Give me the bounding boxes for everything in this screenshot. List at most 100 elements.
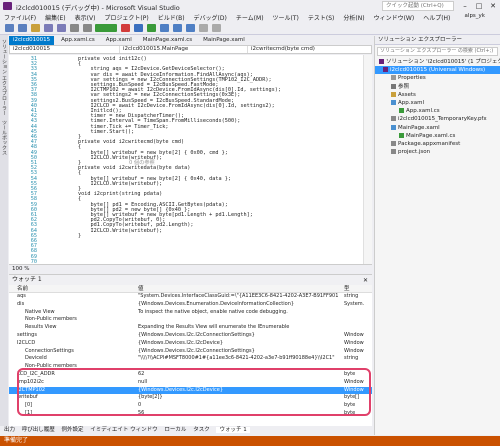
watch-name: aqs [17,293,26,299]
tab-output[interactable]: 出力 [4,427,15,433]
tab-exception-settings[interactable]: 例外設定 [62,427,84,433]
watch-type: System. [344,300,365,307]
step-into-icon[interactable] [173,24,183,32]
watch-name: Results View [25,324,57,331]
new-project-icon[interactable] [30,24,40,32]
tab-app-xaml[interactable]: App.xaml [102,36,136,45]
rail-solution-explorer[interactable]: ソリューション エクスプローラー [1,39,8,116]
menu-help[interactable]: ヘルプ(H) [423,13,450,22]
tree-item-solution[interactable]: ソリューション 'i2clcd010015' (1 プロジェクト) [375,58,500,66]
maximize-icon[interactable]: □ [472,0,486,12]
watch-name: Non-Public members [25,316,77,323]
tree-item-label: i2clcd010015 (Universal Windows) [390,67,486,74]
tree-item-label: MainPage.xaml.cs [406,132,456,139]
account-name[interactable]: alps_yk [465,13,485,19]
tree-item-references[interactable]: 参照 [375,83,500,91]
tree-item-mainpage-xaml-cs[interactable]: MainPage.xaml.cs [375,132,500,140]
tree-item-package-manifest[interactable]: Package.appxmanifest [375,140,500,148]
menu-file[interactable]: ファイル(F) [4,13,36,22]
tree-item-assets[interactable]: Assets [375,91,500,99]
menu-window[interactable]: ウィンドウ(W) [374,13,415,22]
tree-item-temporary-key[interactable]: i2clcd010015_TemporaryKey.pfx [375,115,500,123]
watch-row[interactable]: Non-Public members [9,316,372,324]
tab-mainpage-xaml[interactable]: MainPage.xaml [199,36,249,45]
tree-item-app-xaml-cs[interactable]: App.xaml.cs [375,107,500,115]
tree-item-app-xaml[interactable]: App.xaml [375,99,500,107]
tab-mainpage-xaml-cs[interactable]: MainPage.xaml.cs [139,36,196,45]
menu-edit[interactable]: 編集(E) [45,13,65,22]
watch-row[interactable]: settings {Windows.Devices.I2c.I2cConnecti… [9,332,372,340]
undo-icon[interactable] [69,24,79,32]
zoom-level[interactable]: 100 % [9,264,372,272]
watch-value: "System.Devices.InterfaceClassGuid:=\"{A… [138,293,338,299]
quick-launch-input[interactable]: クイック起動 (Ctrl+Q) [382,1,454,11]
document-tabs: i2clcd010015 App.xaml.cs App.xaml MainPa… [9,36,372,45]
uncomment-icon[interactable] [211,24,221,32]
menu-debug[interactable]: デバッグ(D) [194,13,227,22]
menu-team[interactable]: チーム(M) [236,13,264,22]
comment-icon[interactable] [198,24,208,32]
redo-icon[interactable] [82,24,92,32]
line-number-gutter: 31 32 33 34 35 36 37 38 39 40 41 42 43 44 45 46 47 48 49 50… [9,55,39,264]
tree-item-project-json[interactable]: project.json [375,148,500,156]
tab-watch-1[interactable]: ウォッチ 1 [216,427,250,433]
tab-call-stack[interactable]: 呼び出し履歴 [22,427,55,433]
member-dropdown[interactable]: i2cwritecmd(byte cmd) [248,46,370,53]
column-type[interactable]: 型 [344,285,350,293]
menu-project[interactable]: プロジェクト(P) [104,13,148,22]
watch-column-headers: 名前 値 型 [9,285,372,293]
tab-active-project[interactable]: i2clcd010015 [9,36,55,45]
solution-search-input[interactable]: ソリューション エクスプローラー の検索 (Ctrl+;) [377,47,498,56]
tab-locals[interactable]: ローカル [164,427,186,433]
references-icon [391,83,396,89]
watch-row[interactable]: Native View To inspect the native object,… [9,309,372,317]
watch-type: Window [344,331,364,338]
tree-item-properties[interactable]: Properties [375,74,500,82]
menu-view[interactable]: 表示(V) [75,13,96,22]
project-dropdown[interactable]: i2clcd010015 [10,46,120,53]
code-line: } [53,232,82,239]
watch-header: ウォッチ 1 ✕ [9,275,372,285]
continue-button[interactable] [95,24,118,32]
rail-toolbox[interactable]: ツールボックス [1,120,8,155]
tree-item-label: i2clcd010015_TemporaryKey.pfx [398,116,487,123]
step-over-icon[interactable] [160,24,170,32]
column-value[interactable]: 値 [138,285,144,293]
class-dropdown[interactable]: i2clcd010015.MainPage [120,46,248,53]
back-icon[interactable] [5,24,14,32]
menu-analyze[interactable]: 分析(N) [343,13,364,22]
watch-value: "\\\\?\\ACPI#MSFT8000#1#{a11ee3c6-8421-4… [138,355,335,362]
forward-icon[interactable] [17,24,27,32]
editor-scrollbar[interactable] [363,55,372,264]
save-icon[interactable] [43,24,53,32]
code-editor[interactable]: 31 32 33 34 35 36 37 38 39 40 41 42 43 44 45 46 47 48 49 50… [9,55,372,264]
step-out-icon[interactable] [185,24,195,32]
watch-row[interactable]: I2CLCD {Windows.Devices.I2c.I2cDevice} Win… [9,340,372,348]
tab-tasks[interactable]: タスク [193,427,210,433]
close-icon[interactable]: ✕ [486,0,500,12]
watch-row[interactable]: Results View Expanding the Results View w… [9,324,372,332]
menu-test[interactable]: テスト(S) [308,13,335,22]
watch-row[interactable]: DeviceId "\\\\?\\ACPI#MSFT8000#1#{a11ee3c… [9,355,372,363]
watch-row[interactable]: ConnectionSettings {Windows.Devices.I2c.I… [9,348,372,356]
tab-app-xaml-cs[interactable]: App.xaml.cs [57,36,99,45]
minimize-icon[interactable]: – [458,0,472,12]
pause-icon[interactable] [134,24,144,32]
watch-title: ウォッチ 1 [12,276,42,283]
menu-build[interactable]: ビルド(B) [158,13,185,22]
tree-item-label: Assets [398,91,416,98]
column-name[interactable]: 名前 [17,285,28,293]
watch-row[interactable]: aqs "System.Devices.InterfaceClassGuid:=\… [9,293,372,301]
tree-item-project[interactable]: i2clcd010015 (Universal Windows) [375,66,500,75]
stop-icon[interactable] [121,24,131,32]
save-all-icon[interactable] [56,24,66,32]
watch-type: string [344,293,359,299]
restart-icon[interactable] [147,24,157,32]
tree-item-mainpage-xaml[interactable]: MainPage.xaml [375,124,500,132]
reference-count-hint[interactable]: 0 個の参照 [129,160,155,167]
tab-immediate[interactable]: イミディエイト ウィンドウ [90,427,157,433]
menu-tools[interactable]: ツール(T) [273,13,299,22]
status-text: 準備完了 [4,437,29,444]
tree-item-label: App.xaml [398,99,425,106]
watch-row[interactable]: dis {Windows.Devices.Enumeration.DeviceIn… [9,301,372,309]
